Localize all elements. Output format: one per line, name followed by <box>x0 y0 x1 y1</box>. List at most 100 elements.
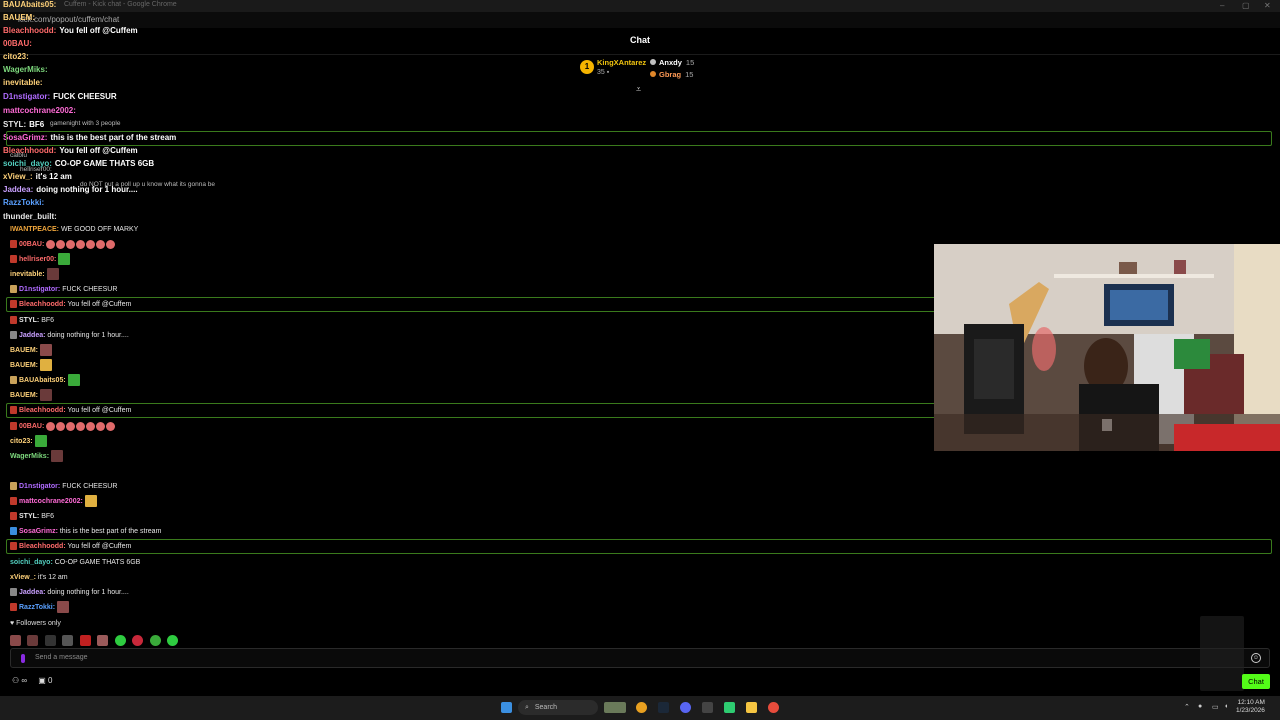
chat-message[interactable]: inevitable: <box>10 268 59 282</box>
chat-message[interactable]: hellriser00: <box>10 253 71 267</box>
emote-icon[interactable] <box>167 635 179 647</box>
ghost-chat-line: RazzTokki: <box>3 198 47 207</box>
people-icon[interactable]: ⚇ <box>12 676 19 685</box>
chat-message[interactable]: STYL: BF6 <box>10 510 54 524</box>
chat-username[interactable]: BAUAbaits05: <box>19 377 66 384</box>
ghost-faint-text: do NOT put a poll up u know what its gon… <box>80 181 216 188</box>
folder-icon[interactable] <box>746 702 757 713</box>
chat-username[interactable]: inevitable: <box>10 271 45 278</box>
chat-message[interactable]: xView_: it's 12 am <box>10 571 68 585</box>
chevron-up-icon[interactable]: ⌃ <box>1184 703 1190 711</box>
top-gifter-1[interactable]: 1 KingXAntarez 35 ▪ <box>578 56 648 84</box>
emote-icon[interactable] <box>132 635 144 647</box>
chrome-icon[interactable] <box>768 702 779 713</box>
chat-message[interactable]: cito23: <box>10 435 47 449</box>
gifter-row[interactable]: Anxdy 15 <box>650 58 694 70</box>
emote-icon[interactable] <box>62 635 74 647</box>
chat-username[interactable]: Bleachhoodd: <box>19 543 66 550</box>
chat-message[interactable]: mattcochrane2002: <box>10 495 97 509</box>
chat-message[interactable]: Bleachhoodd: You fell off @Cuffem <box>10 298 131 312</box>
emote-icon[interactable] <box>27 635 39 647</box>
chat-message[interactable]: Bleachhoodd: You fell off @Cuffem <box>10 404 131 418</box>
chat-username[interactable]: BAUEM: <box>10 362 38 369</box>
emote-icon[interactable] <box>10 635 21 647</box>
widget-icon[interactable] <box>604 702 626 713</box>
emote-icon[interactable] <box>79 635 91 647</box>
chat-message[interactable]: Jaddea: doing nothing for 1 hour.... <box>10 329 129 343</box>
chat-message[interactable]: BAUAbaits05: <box>10 374 80 388</box>
chat-message[interactable]: WagerMiks: <box>10 450 63 464</box>
emote-icon <box>56 239 66 249</box>
chat-username[interactable]: Bleachhoodd: <box>19 407 66 414</box>
chrome-icon[interactable] <box>636 702 647 713</box>
message-input[interactable]: Send a message ☺ <box>10 648 1270 668</box>
discord-icon[interactable] <box>680 702 691 713</box>
chat-username[interactable]: Bleachhoodd: <box>19 301 66 308</box>
emote-icon[interactable] <box>149 635 161 647</box>
chat-message[interactable]: Jaddea: doing nothing for 1 hour.... <box>10 586 129 600</box>
emote-icon <box>67 374 80 387</box>
chat-username[interactable]: WagerMiks: <box>10 453 49 460</box>
chat-message[interactable]: IWANTPEACE: WE GOOD OFF MARKY <box>10 223 138 237</box>
chat-username[interactable]: RazzTokki: <box>19 604 55 611</box>
chat-username[interactable]: D1nstigator: <box>19 483 60 490</box>
minimize-icon[interactable]: – <box>1220 1 1224 10</box>
chat-username[interactable]: BAUEM: <box>10 392 38 399</box>
chat-username[interactable]: hellriser00: <box>19 256 56 263</box>
ghost-faint-text: hellriser00: <box>20 166 52 173</box>
emote-icon <box>106 421 116 431</box>
steam-icon[interactable] <box>658 702 669 713</box>
chat-message-text: BF6 <box>41 513 55 520</box>
taskbar-clock[interactable]: 12:10 AM 1/23/2026 <box>1236 699 1265 715</box>
network-icon[interactable]: ▭ <box>1212 703 1219 711</box>
chat-message[interactable]: BAUEM: <box>10 344 52 358</box>
chat-username[interactable]: 00BAU: <box>19 241 44 248</box>
chat-username[interactable]: soichi_dayo: <box>10 559 53 566</box>
user-badge-icon <box>10 422 17 431</box>
chat-send-button[interactable]: Chat <box>1242 674 1270 689</box>
chat-message[interactable]: SosaGrimz: this is the best part of the … <box>10 525 161 539</box>
emote-icon[interactable] <box>97 635 109 647</box>
chat-username[interactable]: xView_: <box>10 574 36 581</box>
close-icon[interactable]: ✕ <box>1264 1 1271 10</box>
ghost-chat-line: inevitable: <box>3 78 46 87</box>
maximize-icon[interactable]: ▢ <box>1242 1 1250 10</box>
chat-username[interactable]: STYL: <box>19 513 39 520</box>
windows-start-icon[interactable] <box>501 702 512 713</box>
chat-message[interactable]: D1nstigator: FUCK CHEESUR <box>10 480 117 494</box>
chat-message[interactable]: STYL: BF6 <box>10 314 54 328</box>
emote-icon[interactable] <box>114 635 126 647</box>
taskbar-search[interactable]: ⌕ Search <box>518 700 598 715</box>
mic-icon[interactable]: ● <box>1198 703 1202 710</box>
chat-username[interactable]: Jaddea: <box>19 589 45 596</box>
chat-message[interactable]: BAUEM: <box>10 359 52 373</box>
chat-message[interactable]: 00BAU: <box>10 238 116 252</box>
emote-icon[interactable] <box>44 635 56 647</box>
chat-message[interactable]: BAUEM: <box>10 389 52 403</box>
chat-username[interactable]: mattcochrane2002: <box>19 498 83 505</box>
gift-icon[interactable]: ▣ <box>38 676 46 685</box>
chat-username[interactable]: STYL: <box>19 317 39 324</box>
chat-message[interactable]: D1nstigator: FUCK CHEESUR <box>10 283 117 297</box>
chat-message[interactable]: 00BAU: <box>10 420 116 434</box>
chat-message[interactable]: RazzTokki: <box>10 601 69 615</box>
app-icon[interactable] <box>724 702 735 713</box>
chat-message[interactable]: Bleachhoodd: You fell off @Cuffem <box>10 540 131 554</box>
volume-icon[interactable]: ◖ <box>1224 703 1228 710</box>
chat-username[interactable]: SosaGrimz: <box>19 528 58 535</box>
scroll-down-icon[interactable]: ⩡ <box>636 84 641 95</box>
side-overlay-graphic <box>1200 616 1244 691</box>
chat-username[interactable]: cito23: <box>10 438 33 445</box>
chat-message-text: it's 12 am <box>37 574 68 581</box>
emoji-picker-icon[interactable]: ☺ <box>1251 653 1261 663</box>
app-icon[interactable] <box>702 702 713 713</box>
chat-username[interactable]: D1nstigator: <box>19 286 60 293</box>
gifter-row[interactable]: Gbrag 15 <box>650 70 693 82</box>
chat-message[interactable]: soichi_dayo: CO-OP GAME THATS 6GB <box>10 556 140 570</box>
ghost-chat-line: xView_: it's 12 am <box>3 172 72 181</box>
chat-username[interactable]: Jaddea: <box>19 332 45 339</box>
chat-username[interactable]: IWANTPEACE: <box>10 226 59 233</box>
chat-username[interactable]: BAUEM: <box>10 347 38 354</box>
chat-username[interactable]: 00BAU: <box>19 423 44 430</box>
ghost-chat-line: WagerMiks: <box>3 65 51 74</box>
